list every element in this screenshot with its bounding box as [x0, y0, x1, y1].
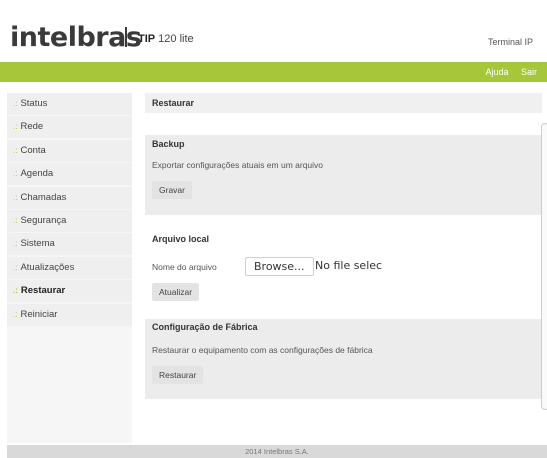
sidebar-item-atualizacoes[interactable]: .: Atualizações	[7, 256, 132, 279]
sidebar-item-rede[interactable]: .: Rede	[7, 116, 132, 139]
sidebar-item-label: Atualizações	[20, 261, 75, 273]
sidebar-item-seguranca[interactable]: .: Segurança	[7, 209, 132, 232]
sidebar-item-conta[interactable]: .: Conta	[7, 139, 132, 162]
factory-section: Configuração de Fábrica Restaurar o equi…	[145, 319, 542, 399]
bullet-icon: .:	[13, 192, 18, 202]
sidebar-item-label: Status	[20, 98, 48, 109]
factory-text: Restaurar o equipamento com as configura…	[152, 345, 373, 355]
sidebar-item-status[interactable]: .: Status	[7, 93, 132, 115]
browse-button[interactable]: Browse...	[245, 257, 314, 276]
header: intelbras TIP 120 lite Terminal IP	[0, 0, 547, 62]
sidebar-item-label: Segurança	[20, 214, 67, 226]
sidebar-item-label: Chamadas	[20, 191, 67, 203]
sidebar-item-label: Agenda	[20, 168, 54, 180]
vertical-scrollbar[interactable]	[541, 123, 547, 410]
main-panel: Restaurar Backup Exportar configurações …	[145, 93, 542, 443]
header-divider	[125, 27, 127, 47]
sidebar-item-label: Rede	[20, 121, 44, 133]
sidebar-item-chamadas[interactable]: .: Chamadas	[7, 186, 132, 209]
top-nav-bar	[0, 62, 547, 82]
file-status-text: No file selec	[315, 259, 383, 272]
product-name: TIP 120 lite	[138, 33, 194, 45]
terminal-label: Terminal IP	[487, 37, 533, 47]
help-link[interactable]: Ajuda	[485, 67, 508, 77]
backup-title: Backup	[152, 139, 185, 149]
bullet-icon: .:	[13, 122, 18, 132]
footer: 2014 Intelbras S.A.	[7, 445, 547, 458]
top-nav: Ajuda Sair	[475, 67, 537, 77]
sidebar-item-sistema[interactable]: .: Sistema	[7, 233, 132, 256]
file-name-label: Nome do arquivo	[152, 262, 217, 272]
factory-title: Configuração de Fábrica	[152, 322, 258, 332]
bullet-icon: .:	[13, 286, 18, 296]
bullet-icon: .:	[13, 145, 18, 155]
sidebar-item-label: Conta	[20, 144, 46, 156]
restore-button[interactable]: Restaurar	[152, 366, 204, 384]
local-file-title: Arquivo local	[152, 234, 210, 244]
sidebar-item-label: Sistema	[20, 238, 55, 250]
update-button[interactable]: Atualizar	[152, 283, 200, 301]
bullet-icon: .:	[13, 262, 18, 272]
sidebar-item-restaurar[interactable]: .: Restaurar	[7, 280, 132, 303]
backup-text: Exportar configurações atuais em um arqu…	[152, 160, 324, 170]
bullet-icon: .:	[13, 99, 18, 108]
sidebar: .: Status .: Rede .: Conta .: Agenda .: Chama…	[7, 93, 132, 443]
product-model-rest: 120 lite	[155, 33, 194, 45]
intelbras-logo: intelbras	[10, 22, 142, 53]
sidebar-item-reiniciar[interactable]: .: Reiniciar	[7, 303, 132, 326]
page-title: Restaurar	[145, 93, 542, 113]
backup-section: Backup Exportar configurações atuais em …	[145, 135, 542, 215]
exit-link[interactable]: Sair	[521, 67, 537, 77]
local-file-section: Arquivo local Nome do arquivo Browse... …	[145, 223, 542, 313]
bullet-icon: .:	[13, 309, 18, 319]
sidebar-item-label: Restaurar	[20, 285, 66, 297]
bullet-icon: .:	[13, 169, 18, 179]
bullet-icon: .:	[13, 215, 18, 225]
save-button[interactable]: Gravar	[152, 181, 192, 199]
sidebar-item-agenda[interactable]: .: Agenda	[7, 163, 132, 186]
product-model-bold: TIP	[138, 33, 156, 45]
sidebar-item-label: Reiniciar	[20, 308, 58, 320]
bullet-icon: .:	[13, 239, 18, 249]
